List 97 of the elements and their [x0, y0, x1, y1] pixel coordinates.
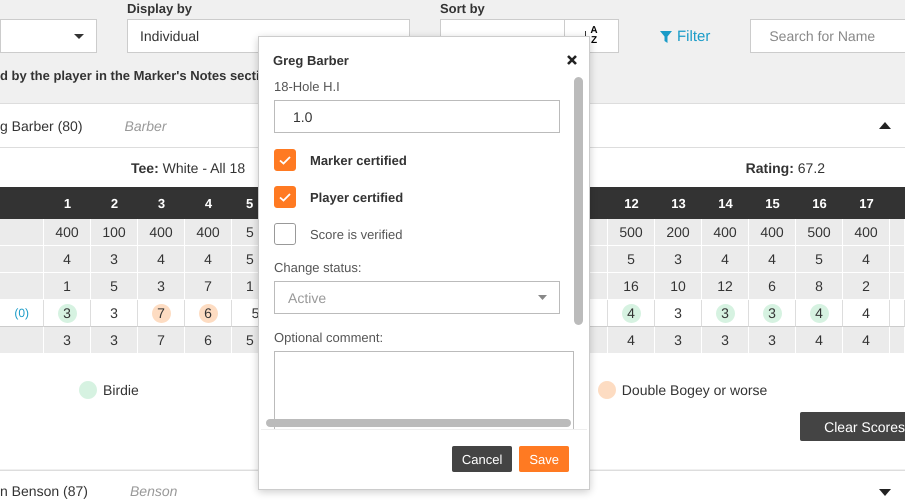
collapse-icon[interactable] — [879, 122, 891, 129]
legend-label: Double Bogey or worse — [622, 382, 768, 398]
hole-number: 2 — [91, 187, 138, 219]
table-cell: 3 — [702, 327, 749, 354]
table-cell: 12 — [702, 273, 749, 300]
score-circle: 4 — [810, 304, 828, 322]
player-name[interactable]: n Benson (87) — [0, 483, 88, 499]
table-cell: 6 — [749, 273, 796, 300]
header-cell — [890, 187, 905, 219]
check-icon — [279, 156, 291, 164]
hole-number: 13 — [655, 187, 702, 219]
rating-info: Rating: 67.2 — [746, 160, 825, 176]
checkbox-label: Marker certified — [310, 152, 407, 168]
table-cell: 400 — [185, 219, 232, 246]
table-cell: 5 — [796, 246, 843, 273]
dialog-title: Greg Barber — [273, 52, 349, 68]
table-cell: 3 — [91, 246, 138, 273]
cancel-button[interactable]: Cancel — [452, 446, 512, 472]
table-cell: 2 — [843, 273, 890, 300]
player-name[interactable]: g Barber (80) — [0, 118, 82, 134]
table-cell: 16 — [608, 273, 655, 300]
table-cell — [890, 273, 905, 300]
table-cell: 3 — [655, 246, 702, 273]
table-cell: 400 — [44, 219, 91, 246]
player-surname: Benson — [130, 483, 178, 499]
table-cell: 7 — [138, 327, 185, 354]
table-cell: 4 — [843, 327, 890, 354]
table-cell: 8 — [796, 273, 843, 300]
table-cell: 3 — [749, 327, 796, 354]
legend-label: Birdie — [103, 382, 139, 398]
instruction-text: d by the player in the Marker's Notes secti — [0, 68, 260, 83]
checkbox-label: Score is verified — [310, 226, 402, 242]
table-cell: 100 — [91, 219, 138, 246]
hole-number: 15 — [749, 187, 796, 219]
table-cell: 4 — [185, 246, 232, 273]
score-circle: 4 — [622, 304, 640, 322]
score-circle: 6 — [198, 304, 218, 322]
hole-number: 16 — [796, 187, 843, 219]
hole-number: 3 — [138, 187, 185, 219]
score-circle: 3 — [716, 304, 734, 322]
dropdown-field[interactable] — [0, 19, 97, 53]
table-cell: 500 — [796, 219, 843, 246]
table-cell: 10 — [655, 273, 702, 300]
field-label: 18-Hole H.I — [274, 79, 341, 94]
score-value: 3 — [673, 304, 683, 322]
field-label: Sort by — [440, 1, 486, 17]
table-cell: 3 — [44, 327, 91, 354]
score-value: 3 — [109, 304, 119, 322]
table-cell: 4 — [749, 246, 796, 273]
checkbox[interactable] — [274, 186, 296, 208]
table-cell: 1 — [44, 273, 91, 300]
table-cell: 500 — [608, 219, 655, 246]
filter-icon — [660, 30, 672, 42]
table-cell: 4 — [843, 246, 890, 273]
hole-number: 14 — [702, 187, 749, 219]
table-cell: 400 — [843, 219, 890, 246]
check-icon — [279, 192, 291, 202]
table-cell: 7 — [185, 273, 232, 300]
hole-number: 12 — [608, 187, 655, 219]
table-cell: 5 — [608, 246, 655, 273]
search-field[interactable]: Search for Name — [750, 19, 905, 53]
checkbox[interactable] — [274, 149, 296, 171]
table-cell: 3 — [138, 273, 185, 300]
table-cell: 4 — [702, 246, 749, 273]
scrollbar[interactable] — [266, 419, 571, 427]
table-cell — [890, 219, 905, 246]
score-circle: 7 — [152, 304, 170, 322]
table-cell: 5 — [91, 273, 138, 300]
handicap-input[interactable]: 1.0 — [274, 100, 560, 133]
checkbox-label: Player certified — [310, 190, 404, 204]
table-cell: 200 — [655, 219, 702, 246]
score-circle: 3 — [58, 304, 76, 322]
score-value: 4 — [861, 304, 871, 322]
table-cell: 6 — [185, 327, 232, 354]
expand-icon[interactable] — [879, 489, 891, 496]
clear-scores-button[interactable]: Clear Scores — [800, 412, 905, 441]
table-cell: 400 — [138, 219, 185, 246]
header-cell — [0, 187, 44, 219]
checkbox[interactable] — [274, 223, 296, 245]
table-cell: 4 — [796, 327, 843, 354]
table-cell: 4 — [44, 246, 91, 273]
table-cell: 4 — [608, 327, 655, 354]
caret-icon — [74, 34, 84, 38]
score-circle: 3 — [762, 304, 782, 322]
field-label: Display by — [127, 1, 194, 17]
table-cell: 4 — [138, 246, 185, 273]
player-surname: Barber — [124, 118, 167, 134]
close-icon[interactable] — [567, 55, 577, 65]
hole-number: 17 — [843, 187, 890, 219]
hole-number: 4 — [185, 187, 232, 219]
table-cell: 400 — [749, 219, 796, 246]
hole-number: 1 — [44, 187, 91, 219]
table-cell: 3 — [655, 327, 702, 354]
table-cell — [0, 219, 44, 246]
tee-info: Tee: White - All 18 — [131, 160, 246, 176]
table-cell: 400 — [702, 219, 749, 246]
table-cell: 3 — [91, 327, 138, 354]
